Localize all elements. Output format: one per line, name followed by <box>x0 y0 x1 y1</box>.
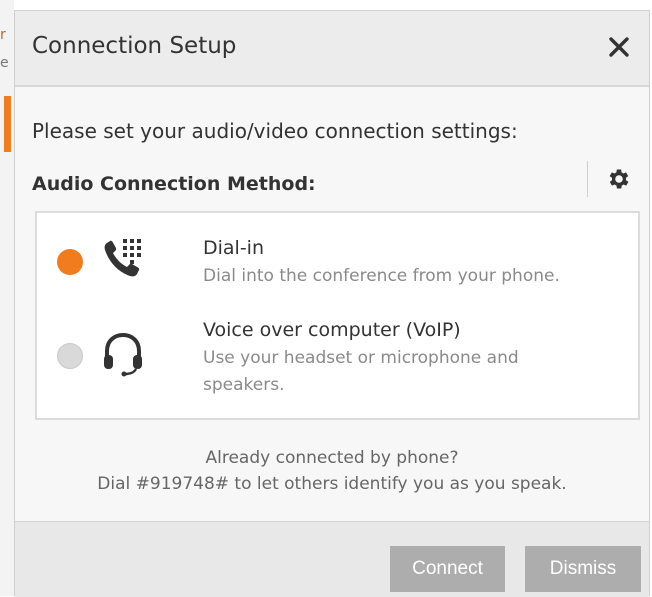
option-dial-in[interactable]: Dial-in Dial into the conference from yo… <box>37 213 638 303</box>
phone-note-question: Already connected by phone? <box>205 448 459 468</box>
dialog-title: Connection Setup <box>32 33 237 59</box>
background-app-edge: r e <box>0 0 14 596</box>
option-description: Dial into the conference from your phone… <box>203 266 560 286</box>
divider <box>587 161 588 197</box>
dialog-body: Please set your audio/video connection s… <box>15 87 649 521</box>
intro-text: Please set your audio/video connection s… <box>32 119 518 143</box>
close-icon <box>609 37 629 57</box>
option-description: Use your headset or microphone and speak… <box>203 345 623 399</box>
connect-button[interactable]: Connect <box>390 546 505 592</box>
connection-setup-dialog: Connection Setup Please set your audio/v… <box>14 10 650 597</box>
headset-icon <box>101 331 147 381</box>
audio-options-list: Dial-in Dial into the conference from yo… <box>35 211 640 420</box>
phone-note-instruction: Dial #919748# to let others identify you… <box>97 474 567 494</box>
gear-icon <box>609 169 629 189</box>
settings-button[interactable] <box>601 163 637 195</box>
radio-voip-unselected[interactable] <box>57 343 83 369</box>
phone-keypad-icon <box>101 235 151 285</box>
close-button[interactable] <box>601 29 637 65</box>
option-title: Dial-in <box>203 237 265 259</box>
option-title: Voice over computer (VoIP) <box>203 319 461 341</box>
dialog-footer: Connect Dismiss <box>15 521 649 597</box>
option-voip[interactable]: Voice over computer (VoIP) Use your head… <box>37 303 638 420</box>
dismiss-button[interactable]: Dismiss <box>525 546 641 592</box>
option-description-line: Use your headset or microphone and <box>203 348 519 368</box>
audio-method-label: Audio Connection Method: <box>32 173 316 195</box>
radio-dial-in-selected[interactable] <box>57 249 83 275</box>
background-accent-bar <box>4 96 11 152</box>
dialog-title-bar: Connection Setup <box>15 11 649 87</box>
phone-connection-note: Already connected by phone? Dial #919748… <box>15 445 649 497</box>
background-text-fragment: r <box>0 27 6 43</box>
background-text-fragment: e <box>0 55 9 71</box>
option-description-line: speakers. <box>203 375 285 395</box>
